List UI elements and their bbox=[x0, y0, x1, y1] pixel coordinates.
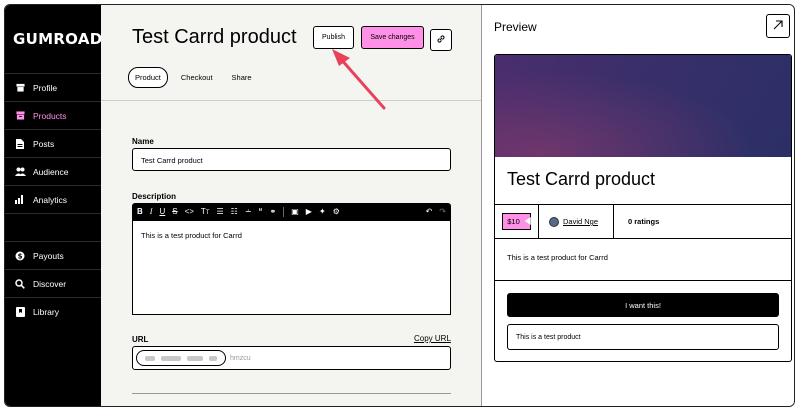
sidebar-item-label: Analytics bbox=[33, 194, 68, 205]
tab-product[interactable]: Product bbox=[128, 67, 168, 88]
sidebar-item-label: Products bbox=[33, 110, 67, 121]
gumroad-logo[interactable]: GUMROAD bbox=[5, 5, 102, 73]
creator-link[interactable]: David Nge bbox=[563, 217, 598, 226]
bookmark-icon bbox=[14, 306, 26, 317]
url-suffix: hmzcu bbox=[230, 354, 251, 362]
publish-button[interactable]: Publish bbox=[313, 26, 354, 49]
save-changes-button[interactable]: Save changes bbox=[361, 26, 424, 49]
italic-icon[interactable]: I bbox=[150, 208, 153, 216]
tab-checkout[interactable]: Checkout bbox=[175, 68, 219, 87]
editor-tabs: Product Checkout Share bbox=[128, 67, 265, 88]
app-window: GUMROAD Profile Products Posts Audience bbox=[4, 4, 795, 407]
avatar bbox=[549, 216, 559, 227]
copy-url-link[interactable]: Copy URL bbox=[414, 334, 451, 343]
store-icon bbox=[14, 83, 26, 93]
sidebar-item-analytics[interactable]: Analytics bbox=[5, 185, 101, 213]
i-want-this-button[interactable]: I want this! bbox=[507, 293, 779, 317]
sidebar-item-profile[interactable]: Profile bbox=[5, 73, 101, 101]
product-editor: Test Carrd product Publish Save changes … bbox=[101, 5, 481, 406]
video-icon[interactable]: ▶ bbox=[306, 208, 312, 216]
sidebar-item-label: Discover bbox=[33, 278, 67, 289]
sidebar-item-label: Library bbox=[33, 306, 59, 317]
quote-icon[interactable]: “ bbox=[259, 208, 263, 216]
card-divider bbox=[495, 280, 791, 281]
people-icon bbox=[14, 167, 26, 177]
url-prefix-pill bbox=[136, 350, 226, 366]
open-preview-button[interactable] bbox=[766, 14, 790, 38]
url-field[interactable]: hmzcu bbox=[132, 346, 451, 370]
sidebar-item-discover[interactable]: Discover bbox=[5, 269, 101, 297]
redacted-text bbox=[187, 355, 203, 361]
text-size-icon[interactable]: TT bbox=[201, 208, 210, 217]
image-icon[interactable]: ▣ bbox=[291, 208, 299, 216]
document-icon bbox=[14, 138, 26, 149]
embed-icon[interactable]: ⚙ bbox=[333, 208, 340, 216]
section-divider bbox=[132, 393, 451, 394]
link-icon bbox=[436, 31, 446, 49]
page-title: Test Carrd product bbox=[132, 26, 297, 48]
redacted-text bbox=[145, 355, 156, 361]
cover-image bbox=[495, 55, 791, 157]
description-editor[interactable]: This is a test product for Carrd bbox=[132, 221, 451, 315]
dollar-circle-icon: $ bbox=[14, 251, 26, 261]
sidebar: GUMROAD Profile Products Posts Audience bbox=[5, 5, 102, 406]
twitter-icon[interactable]: ✦ bbox=[319, 208, 326, 216]
rich-text-toolbar: B I U S <> TT ☰ ☷ ∸ “ ⚭ ▣ ▶ ✦ ⚙ ↶ ↷ bbox=[132, 203, 451, 221]
product-summary: This is a test product bbox=[507, 324, 779, 350]
preview-panel: Preview Test Carrd product $10 David Nge… bbox=[481, 5, 794, 406]
url-label: URL bbox=[132, 335, 149, 344]
sidebar-spacer bbox=[5, 213, 101, 241]
numbered-list-icon[interactable]: ☷ bbox=[231, 208, 238, 216]
archive-icon bbox=[14, 111, 26, 121]
sidebar-item-posts[interactable]: Posts bbox=[5, 129, 101, 157]
product-title: Test Carrd product bbox=[507, 169, 656, 189]
creator-cell: David Nge bbox=[539, 205, 614, 238]
undo-icon[interactable]: ↶ bbox=[426, 208, 433, 216]
sidebar-item-payouts[interactable]: $ Payouts bbox=[5, 241, 101, 269]
price-tag: $10 bbox=[502, 213, 531, 230]
tab-share[interactable]: Share bbox=[226, 68, 258, 87]
toolbar-separator bbox=[283, 207, 285, 217]
redacted-text bbox=[208, 355, 217, 361]
editor-header: Test Carrd product Publish Save changes … bbox=[101, 5, 481, 101]
redacted-text bbox=[161, 355, 182, 361]
bold-icon[interactable]: B bbox=[137, 208, 143, 216]
sidebar-item-label: Payouts bbox=[33, 250, 64, 261]
sidebar-item-label: Audience bbox=[33, 166, 69, 177]
external-link-icon bbox=[773, 17, 783, 35]
divider-icon[interactable]: ∸ bbox=[245, 208, 252, 216]
strikethrough-icon[interactable]: S bbox=[172, 208, 177, 216]
product-description: This is a test product for Carrd bbox=[507, 253, 608, 262]
ratings-count: 0 ratings bbox=[628, 217, 660, 226]
sidebar-item-label: Posts bbox=[33, 138, 55, 149]
redo-icon[interactable]: ↷ bbox=[439, 208, 446, 216]
search-icon bbox=[14, 278, 26, 289]
product-meta-row: $10 David Nge 0 ratings bbox=[495, 204, 791, 239]
svg-text:$: $ bbox=[18, 252, 23, 260]
product-card: Test Carrd product $10 David Nge 0 ratin… bbox=[494, 54, 792, 362]
sidebar-item-label: Profile bbox=[33, 82, 58, 93]
name-label: Name bbox=[132, 137, 154, 146]
sidebar-item-library[interactable]: Library bbox=[5, 297, 101, 325]
description-label: Description bbox=[132, 192, 177, 201]
price-cell: $10 bbox=[495, 205, 539, 238]
link-icon[interactable]: ⚭ bbox=[270, 208, 277, 216]
sidebar-item-audience[interactable]: Audience bbox=[5, 157, 101, 185]
name-field[interactable]: Test Carrd product bbox=[132, 148, 451, 171]
copy-link-button[interactable] bbox=[430, 29, 452, 51]
bullet-list-icon[interactable]: ☰ bbox=[216, 208, 223, 216]
underline-icon[interactable]: U bbox=[159, 208, 165, 216]
bar-chart-icon bbox=[14, 195, 26, 205]
sidebar-item-products[interactable]: Products bbox=[5, 101, 101, 129]
code-icon[interactable]: <> bbox=[185, 208, 194, 216]
preview-title: Preview bbox=[494, 20, 537, 34]
